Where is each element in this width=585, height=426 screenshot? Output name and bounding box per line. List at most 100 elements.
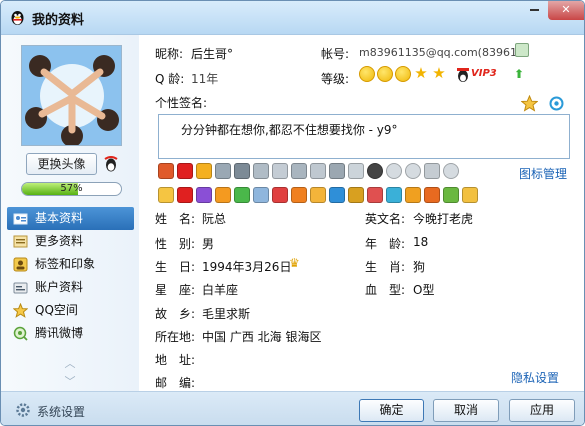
sidebar-item-more[interactable]: 更多资料: [7, 230, 134, 253]
star-service-icon[interactable]: [158, 187, 174, 203]
diamond-icon[interactable]: [405, 163, 421, 179]
years-label: 年 龄:: [365, 237, 406, 251]
ok-button[interactable]: 确定: [359, 399, 424, 422]
bottom-bar: 系统设置 确定 取消 应用: [1, 391, 584, 425]
account-value: m83961135@qq.com(839611: [359, 46, 524, 59]
penguin-icon[interactable]: [158, 163, 174, 179]
location-label: 所在地:: [155, 330, 196, 344]
blood-type-label: 血 型:: [365, 283, 406, 297]
tv-icon[interactable]: [348, 163, 364, 179]
sidebar-item-label: 更多资料: [35, 234, 84, 248]
level-icons: ★ ★: [359, 66, 447, 84]
scroll-up-icon[interactable]: ︿: [63, 355, 77, 370]
diamond-icon[interactable]: [386, 163, 402, 179]
sidebar-item-tags[interactable]: 标签和印象: [7, 253, 134, 276]
paint-icon[interactable]: [310, 187, 326, 203]
hometown-label: 故 乡:: [155, 307, 196, 321]
gift-icon[interactable]: [405, 187, 421, 203]
profile-content: 昵称: 后生哥° 帐号: m83961135@qq.com(839611 Q 龄…: [139, 35, 584, 391]
change-avatar-button[interactable]: 更换头像: [26, 153, 97, 175]
phone-icon[interactable]: [215, 163, 231, 179]
music-icon[interactable]: [196, 163, 212, 179]
hometown-value: 毛里求斯: [202, 307, 251, 321]
card-service-icon[interactable]: [253, 187, 269, 203]
minimize-button[interactable]: [521, 1, 548, 20]
globe-icon[interactable]: [386, 187, 402, 203]
clover-icon[interactable]: [234, 187, 250, 203]
window-title: 我的资料: [32, 13, 85, 28]
sidebar-item-account[interactable]: 账户资料: [7, 276, 134, 299]
sidebar-item-weibo[interactable]: 腾讯微博: [7, 322, 134, 345]
refresh-icon[interactable]: [548, 95, 565, 112]
tag-icon: [13, 257, 28, 272]
qq-show-icon[interactable]: [177, 187, 193, 203]
pet-service-icon[interactable]: [291, 187, 307, 203]
signature-box[interactable]: 分分钟都在想你,都忍不住想要找你 - y9°: [158, 114, 570, 159]
gem-icon[interactable]: [443, 163, 459, 179]
game-icon[interactable]: [310, 163, 326, 179]
progress-label: 57%: [60, 183, 83, 194]
zodiac-label: 生 肖:: [365, 260, 406, 274]
crown-icon: ♛: [289, 256, 300, 270]
bee-icon[interactable]: [348, 187, 364, 203]
sun-icon: [395, 66, 411, 82]
location-value: 中国 广西 北海 银海区: [202, 330, 322, 344]
vip-badge[interactable]: VIP3: [471, 68, 497, 79]
camera-icon[interactable]: [253, 163, 269, 179]
qq-game-icon[interactable]: [215, 187, 231, 203]
video-icon[interactable]: [329, 187, 345, 203]
book-icon[interactable]: [234, 163, 250, 179]
star-icon: ★: [432, 64, 446, 82]
sidebar-item-qzone[interactable]: QQ空间: [7, 299, 134, 322]
pet-icon[interactable]: [272, 163, 288, 179]
mail-icon[interactable]: [291, 163, 307, 179]
doc-icon[interactable]: [329, 163, 345, 179]
shopping-icon[interactable]: [443, 187, 459, 203]
heart-icon[interactable]: [177, 163, 193, 179]
sidebar-item-label: 标签和印象: [35, 257, 96, 271]
red-diamond-icon[interactable]: [272, 187, 288, 203]
avatar-photo: [22, 46, 121, 145]
gender-label: 性 别:: [155, 237, 196, 251]
copy-icon[interactable]: [515, 43, 529, 57]
qq-music-icon[interactable]: [196, 187, 212, 203]
close-button[interactable]: ✕: [548, 1, 584, 20]
sidebar-item-label: 基本资料: [35, 211, 84, 225]
profile-window: 我的资料 ✕ 基本资料 更多资料 标签和印象 账户资料 QQ空间 腾讯微博 ︿ …: [0, 0, 585, 426]
level-up-icon: ⬆: [514, 67, 525, 81]
zip-label: 邮 编:: [155, 376, 196, 390]
vip-penguin-icon: [457, 68, 469, 82]
system-settings-link[interactable]: 系统设置: [37, 403, 85, 420]
star-icon: [13, 303, 28, 318]
age-label: Q 龄:: [155, 72, 185, 86]
sun-service-icon[interactable]: [462, 187, 478, 203]
apply-button[interactable]: 应用: [509, 399, 575, 422]
face-icon[interactable]: [424, 187, 440, 203]
star-edit-icon[interactable]: [521, 95, 538, 112]
diamond-black-icon[interactable]: [367, 163, 383, 179]
gear-icon[interactable]: [15, 402, 31, 418]
minimize-icon: [530, 9, 539, 11]
address-label: 地 址:: [155, 353, 196, 367]
privacy-settings-link[interactable]: 隐私设置: [511, 369, 559, 386]
penguin-edit-icon[interactable]: [102, 155, 120, 173]
sun-icon: [377, 66, 393, 82]
mobile-icon[interactable]: [367, 187, 383, 203]
sidebar-item-label: 腾讯微博: [35, 326, 84, 340]
account-icon: [13, 282, 28, 294]
years-value: 18: [413, 235, 429, 249]
english-name-value: 今晚打老虎: [413, 212, 474, 226]
avatar[interactable]: [21, 45, 122, 146]
star-icon: ★: [414, 64, 428, 82]
constellation-value: 白羊座: [202, 283, 239, 297]
signature-text: 分分钟都在想你,都忍不住想要找你 - y9°: [181, 123, 398, 137]
cloud-icon[interactable]: [424, 163, 440, 179]
scroll-down-icon[interactable]: ﹀: [63, 373, 77, 388]
account-label: 帐号:: [321, 47, 350, 61]
icon-manage-link[interactable]: 图标管理: [519, 165, 567, 182]
cancel-button[interactable]: 取消: [433, 399, 499, 422]
sidebar-item-basic[interactable]: 基本资料: [7, 207, 134, 230]
gender-value: 男: [202, 237, 215, 251]
nickname-label: 昵称:: [155, 47, 184, 61]
qq-penguin-icon: [11, 11, 24, 25]
